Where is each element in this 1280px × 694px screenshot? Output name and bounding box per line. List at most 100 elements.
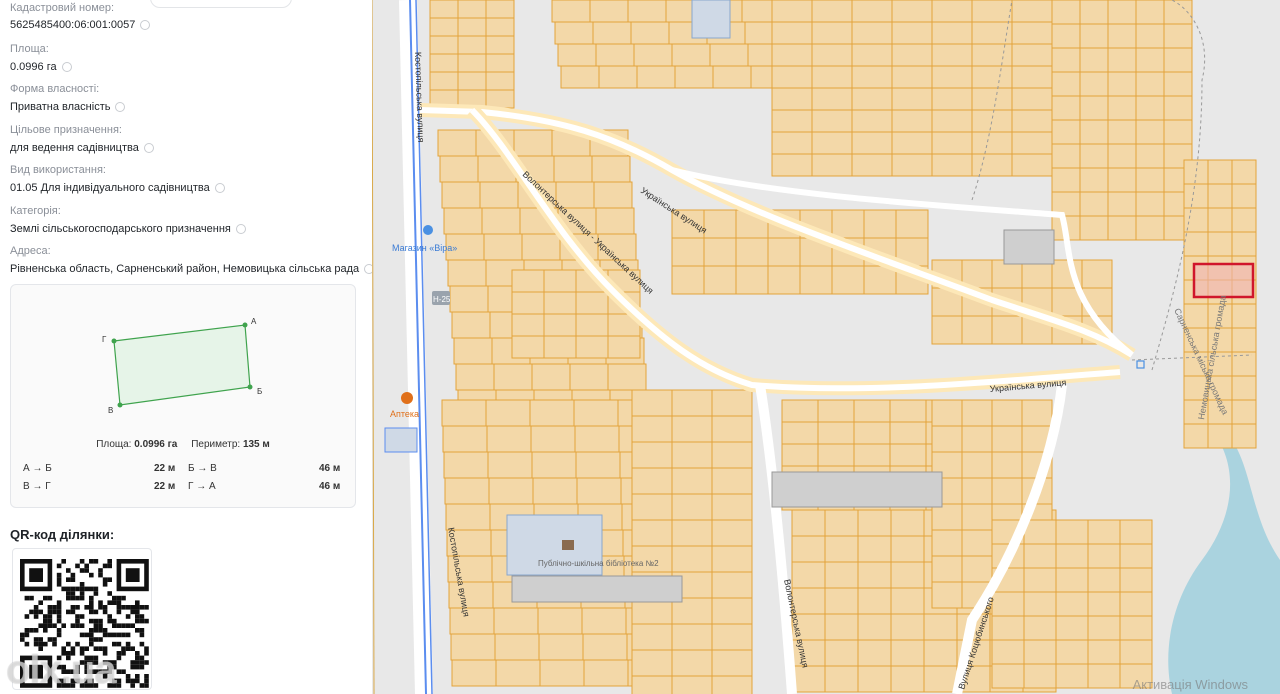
land-parcel[interactable] <box>631 623 673 651</box>
land-parcel[interactable] <box>895 209 929 239</box>
land-parcel[interactable] <box>494 633 540 661</box>
land-parcel[interactable] <box>1011 131 1053 155</box>
land-parcel[interactable] <box>521 233 561 261</box>
land-parcel[interactable] <box>857 639 892 667</box>
land-parcel[interactable] <box>1135 191 1165 217</box>
land-parcel[interactable] <box>889 399 927 423</box>
land-parcel[interactable] <box>1107 95 1137 121</box>
land-parcel[interactable] <box>531 451 577 479</box>
land-parcel[interactable] <box>1107 215 1137 241</box>
land-parcel[interactable] <box>711 467 753 495</box>
land-parcel[interactable] <box>891 0 933 23</box>
land-parcel[interactable] <box>582 633 628 661</box>
land-parcel[interactable] <box>961 555 993 583</box>
shop-icon[interactable] <box>423 225 433 235</box>
land-parcel[interactable] <box>1051 47 1081 73</box>
land-parcel[interactable] <box>1051 119 1081 145</box>
land-parcel[interactable] <box>437 129 477 157</box>
land-parcel[interactable] <box>1087 567 1121 593</box>
land-parcel[interactable] <box>811 109 853 133</box>
land-parcel[interactable] <box>1135 95 1165 121</box>
land-parcel[interactable] <box>961 451 993 479</box>
land-parcel[interactable] <box>513 129 553 157</box>
land-parcel[interactable] <box>711 415 753 443</box>
land-parcel[interactable] <box>595 43 635 67</box>
land-parcel[interactable] <box>1135 23 1165 49</box>
land-parcel[interactable] <box>824 639 859 667</box>
land-parcel[interactable] <box>554 21 594 45</box>
land-parcel[interactable] <box>991 451 1023 479</box>
land-parcel[interactable] <box>1107 191 1137 217</box>
land-parcel[interactable] <box>539 659 585 687</box>
land-parcel[interactable] <box>890 587 925 615</box>
land-parcel[interactable] <box>1023 639 1057 665</box>
land-parcel[interactable] <box>851 0 893 23</box>
land-parcel[interactable] <box>1023 615 1057 641</box>
land-parcel[interactable] <box>1087 543 1121 569</box>
info-icon[interactable] <box>143 143 154 153</box>
land-parcel[interactable] <box>824 665 859 693</box>
land-parcel[interactable] <box>1079 47 1109 73</box>
land-parcel[interactable] <box>511 291 545 315</box>
land-parcel[interactable] <box>543 335 577 359</box>
land-parcel[interactable] <box>1023 663 1057 689</box>
land-parcel[interactable] <box>631 519 673 547</box>
land-parcel[interactable] <box>455 363 495 391</box>
land-parcel[interactable] <box>511 269 545 293</box>
land-parcel[interactable] <box>671 467 713 495</box>
land-parcel[interactable] <box>889 443 927 467</box>
land-parcel[interactable] <box>1011 87 1053 111</box>
land-parcel[interactable] <box>961 425 993 453</box>
land-parcel[interactable] <box>631 493 673 521</box>
land-parcel[interactable] <box>671 441 713 469</box>
land-parcel[interactable] <box>485 17 515 37</box>
land-parcel[interactable] <box>781 399 819 423</box>
land-parcel[interactable] <box>671 675 713 694</box>
land-parcel[interactable] <box>1135 215 1165 241</box>
land-parcel[interactable] <box>891 21 933 45</box>
land-parcel[interactable] <box>1079 0 1109 25</box>
land-parcel[interactable] <box>817 399 855 423</box>
land-parcel[interactable] <box>961 477 993 505</box>
land-parcel[interactable] <box>1231 399 1257 425</box>
land-parcel[interactable] <box>1051 0 1081 25</box>
land-parcel[interactable] <box>1087 519 1121 545</box>
land-parcel[interactable] <box>811 43 853 67</box>
land-parcel[interactable] <box>931 0 973 23</box>
land-parcel[interactable] <box>735 265 769 295</box>
land-parcel[interactable] <box>439 155 479 183</box>
land-parcel[interactable] <box>931 109 973 133</box>
land-parcel[interactable] <box>811 153 853 177</box>
land-parcel[interactable] <box>1135 119 1165 145</box>
land-parcel[interactable] <box>445 503 491 531</box>
land-parcel[interactable] <box>443 207 483 235</box>
land-parcel[interactable] <box>674 65 714 89</box>
land-parcel[interactable] <box>851 153 893 177</box>
land-parcel[interactable] <box>1107 23 1137 49</box>
land-parcel[interactable] <box>531 363 571 391</box>
land-parcel[interactable] <box>1207 231 1233 257</box>
land-parcel[interactable] <box>1183 183 1209 209</box>
land-parcel[interactable] <box>791 665 826 693</box>
land-parcel[interactable] <box>457 35 487 55</box>
land-parcel[interactable] <box>429 0 459 19</box>
pharmacy-icon[interactable] <box>401 392 413 404</box>
land-parcel[interactable] <box>1079 167 1109 193</box>
land-parcel[interactable] <box>1231 303 1257 329</box>
land-parcel[interactable] <box>1079 215 1109 241</box>
land-parcel[interactable] <box>485 89 515 109</box>
land-parcel[interactable] <box>429 71 459 91</box>
land-parcel[interactable] <box>551 0 591 23</box>
land-parcel[interactable] <box>553 155 593 183</box>
land-parcel[interactable] <box>1163 23 1193 49</box>
land-parcel[interactable] <box>1055 615 1089 641</box>
land-parcel[interactable] <box>581 607 627 635</box>
land-parcel[interactable] <box>1163 95 1193 121</box>
land-parcel[interactable] <box>703 209 737 239</box>
land-parcel[interactable] <box>485 35 515 55</box>
land-parcel[interactable] <box>488 477 534 505</box>
land-parcel[interactable] <box>791 509 826 537</box>
land-parcel[interactable] <box>487 451 533 479</box>
land-parcel[interactable] <box>671 545 713 573</box>
land-parcel[interactable] <box>1183 423 1209 449</box>
